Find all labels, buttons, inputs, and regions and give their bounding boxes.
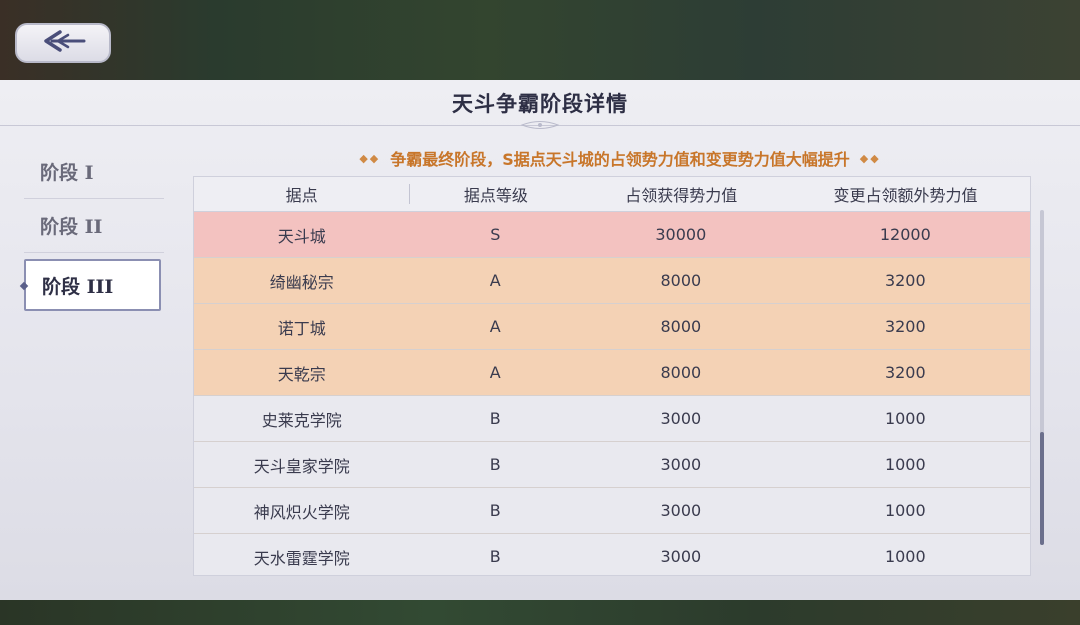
back-button[interactable] (15, 23, 111, 63)
cell-change-power: 1000 (884, 455, 926, 474)
stage-detail-panel: 天斗争霸阶段详情 阶段 I 阶段 II 阶段 III ◆◆ 争霸最终阶段，S据点… (0, 80, 1080, 600)
tab-label: 阶段 II (40, 216, 103, 238)
stage-tabs: 阶段 I 阶段 II 阶段 III (19, 145, 164, 311)
table-row: 史莱克学院 B 3000 1000 (194, 396, 1030, 442)
column-header-change-power: 变更占领额外势力值 (833, 186, 978, 205)
tab-stage-3[interactable]: 阶段 III (19, 259, 161, 311)
table-row: 天斗皇家学院 B 3000 1000 (194, 442, 1030, 488)
cell-stronghold: 神风炽火学院 (253, 502, 350, 522)
cell-stronghold: 天水雷霆学院 (253, 548, 350, 568)
diamond-ornament-icon: ◆◆ (359, 151, 381, 165)
diamond-ornament-icon: ◆◆ (859, 151, 881, 165)
cell-occupy-power: 8000 (660, 271, 702, 290)
cell-occupy-power: 3000 (660, 455, 702, 474)
page-title: 天斗争霸阶段详情 (452, 90, 628, 116)
column-header-stronghold: 据点 (285, 186, 318, 205)
cell-change-power: 12000 (879, 225, 931, 244)
tab-label: 阶段 III (42, 275, 114, 298)
cell-stronghold: 诺丁城 (277, 318, 326, 338)
stage-notice: ◆◆ 争霸最终阶段，S据点天斗城的占领势力值和变更势力值大幅提升 ◆◆ (310, 146, 930, 170)
cell-occupy-power: 30000 (655, 225, 707, 244)
tab-stage-1[interactable]: 阶段 I (24, 145, 164, 199)
table-row: 诺丁城 A 8000 3200 (194, 304, 1030, 350)
cell-level: B (489, 547, 501, 566)
ornament-icon (520, 121, 560, 129)
cell-occupy-power: 3000 (660, 501, 702, 520)
cell-level: A (489, 271, 501, 290)
cell-occupy-power: 3000 (660, 547, 702, 566)
cell-level: B (489, 455, 501, 474)
cell-occupy-power: 8000 (660, 363, 702, 382)
cell-change-power: 1000 (884, 547, 926, 566)
cell-level: B (489, 409, 501, 428)
table-row: 绮幽秘宗 A 8000 3200 (194, 258, 1030, 304)
cell-stronghold: 天斗皇家学院 (253, 456, 350, 476)
column-header-occupy-power: 占领获得势力值 (625, 186, 738, 205)
tab-label: 阶段 I (40, 162, 94, 184)
cell-stronghold: 绮幽秘宗 (269, 272, 334, 292)
back-arrow-icon (38, 29, 88, 57)
cell-change-power: 1000 (884, 501, 926, 520)
game-background-bottom (0, 600, 1080, 625)
game-background-top (0, 0, 1080, 80)
stronghold-table[interactable]: 据点 据点等级 占领获得势力值 变更占领额外势力值 天斗城 S 30000 12… (193, 176, 1031, 576)
cell-occupy-power: 3000 (660, 409, 702, 428)
cell-level: A (489, 317, 501, 336)
cell-change-power: 3200 (884, 317, 926, 336)
cell-level: S (490, 225, 501, 244)
selected-marker-icon (19, 281, 29, 291)
cell-occupy-power: 8000 (660, 317, 702, 336)
cell-change-power: 3200 (884, 363, 926, 382)
column-header-level: 据点等级 (463, 186, 528, 205)
notice-text: 争霸最终阶段，S据点天斗城的占领势力值和变更势力值大幅提升 (390, 150, 850, 169)
tab-stage-2[interactable]: 阶段 II (24, 199, 164, 253)
table-row: 天斗城 S 30000 12000 (194, 212, 1030, 258)
table-row: 天乾宗 A 8000 3200 (194, 350, 1030, 396)
table-row: 天水雷霆学院 B 3000 1000 (194, 534, 1030, 575)
cell-level: A (489, 363, 501, 382)
cell-change-power: 3200 (884, 271, 926, 290)
cell-level: B (489, 501, 501, 520)
cell-stronghold: 天斗城 (277, 226, 326, 246)
table-header: 据点 据点等级 占领获得势力值 变更占领额外势力值 (194, 177, 1030, 212)
cell-stronghold: 天乾宗 (277, 364, 326, 384)
scrollbar-thumb[interactable] (1040, 432, 1044, 545)
cell-change-power: 1000 (884, 409, 926, 428)
cell-stronghold: 史莱克学院 (261, 410, 342, 430)
table-row: 神风炽火学院 B 3000 1000 (194, 488, 1030, 534)
